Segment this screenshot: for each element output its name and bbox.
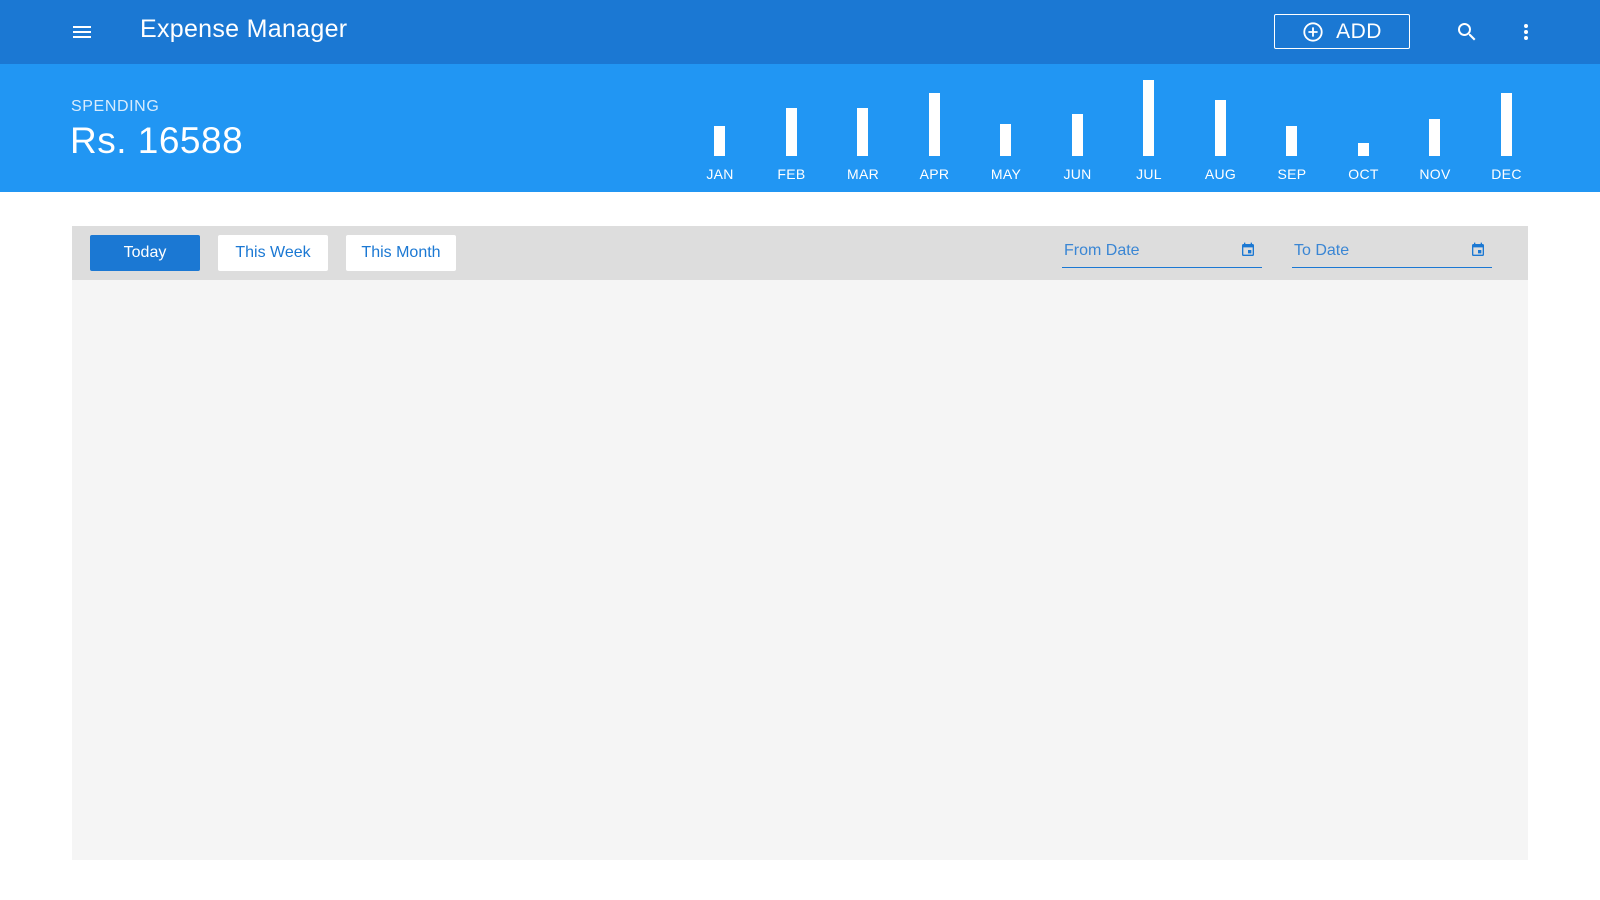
add-button-label: ADD: [1336, 19, 1382, 43]
more-vert-icon[interactable]: [1514, 20, 1538, 44]
month-column-oct: OCT: [1334, 78, 1394, 182]
month-label-jul: JUL: [1136, 166, 1162, 182]
month-column-dec: DEC: [1477, 78, 1537, 182]
month-bar-feb: [785, 108, 797, 156]
this-week-button[interactable]: This Week: [218, 235, 328, 271]
calendar-icon[interactable]: [1470, 242, 1486, 258]
today-button[interactable]: Today: [90, 235, 200, 271]
monthly-spending-chart: JAN FEB MAR APR MAY JUN JUL AUG SEP OCT NOV DEC: [690, 78, 1550, 182]
month-column-jun: JUN: [1048, 78, 1108, 182]
app-bar: Expense Manager ADD: [0, 0, 1600, 64]
from-date-field[interactable]: From Date: [1062, 234, 1262, 268]
month-column-aug: AUG: [1191, 78, 1251, 182]
filter-bar: Today This Week This Month From Date To …: [72, 226, 1528, 280]
to-date-placeholder: To Date: [1294, 242, 1350, 259]
search-icon[interactable]: [1455, 20, 1479, 44]
month-column-jan: JAN: [690, 78, 750, 182]
month-label-aug: AUG: [1204, 166, 1237, 182]
month-label-nov: NOV: [1419, 166, 1451, 182]
month-bar-jun: [1071, 114, 1083, 156]
month-label-oct: OCT: [1348, 166, 1379, 182]
month-column-feb: FEB: [762, 78, 822, 182]
expense-list: [72, 280, 1528, 860]
month-label-may: MAY: [990, 166, 1022, 182]
month-label-dec: DEC: [1491, 166, 1522, 182]
month-bar-oct: [1357, 143, 1369, 156]
month-bar-nov: [1429, 119, 1440, 156]
spending-label: SPENDING: [71, 98, 160, 115]
add-circle-icon: [1302, 21, 1324, 43]
to-date-field[interactable]: To Date: [1292, 234, 1492, 268]
this-month-button[interactable]: This Month: [346, 235, 456, 271]
month-label-apr: APR: [919, 166, 950, 182]
calendar-icon[interactable]: [1240, 242, 1256, 258]
app-title: Expense Manager: [140, 15, 348, 43]
month-column-apr: APR: [905, 78, 965, 182]
month-label-feb: FEB: [777, 166, 806, 182]
add-button[interactable]: ADD: [1274, 14, 1410, 49]
from-date-placeholder: From Date: [1064, 242, 1140, 259]
menu-icon[interactable]: [70, 20, 94, 44]
month-bar-aug: [1214, 100, 1226, 156]
month-bar-sep: [1286, 126, 1297, 156]
month-label-sep: SEP: [1277, 166, 1307, 182]
month-bar-jan: [714, 126, 725, 156]
month-bar-may: [1000, 124, 1011, 156]
month-bar-jul: [1143, 80, 1154, 156]
spending-amount: Rs. 16588: [70, 120, 244, 161]
month-bar-mar: [857, 108, 868, 156]
month-bar-dec: [1500, 93, 1512, 156]
month-column-may: MAY: [976, 78, 1036, 182]
month-bar-apr: [928, 93, 940, 156]
month-column-sep: SEP: [1262, 78, 1322, 182]
month-label-jan: JAN: [706, 166, 734, 182]
month-column-nov: NOV: [1405, 78, 1465, 182]
month-column-mar: MAR: [833, 78, 893, 182]
spending-summary: SPENDING Rs. 16588 JAN FEB MAR APR MAY JUN JUL…: [0, 64, 1600, 192]
month-label-mar: MAR: [846, 166, 879, 182]
month-column-jul: JUL: [1119, 78, 1179, 182]
month-label-jun: JUN: [1063, 166, 1092, 182]
